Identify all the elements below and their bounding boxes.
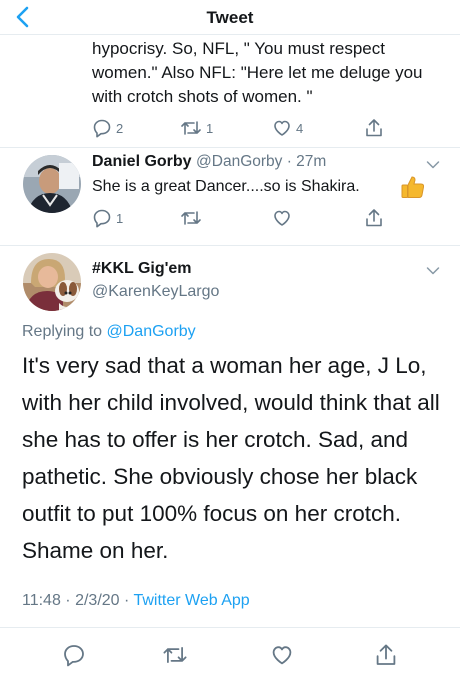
like-button[interactable] [270, 643, 294, 667]
author-handle-time[interactable]: @DanGorby · 27m [196, 153, 326, 170]
retweet-icon [163, 647, 187, 663]
author-line: Daniel Gorby @DanGorby · 27m [92, 153, 326, 171]
author-line: #KKL Gig'em [92, 260, 192, 278]
share-icon [366, 209, 382, 227]
tweet-text: It's very sad that a woman her age, J Lo… [22, 353, 440, 563]
reply-button[interactable] [62, 643, 86, 667]
tweet-text: hypocrisy. So, NFL, " You must respect w… [92, 39, 423, 106]
chevron-down-icon[interactable] [426, 160, 440, 170]
tweet-actions: 1 [92, 208, 392, 230]
author-handle[interactable]: @KarenKeyLargo [92, 283, 219, 301]
share-icon [376, 644, 396, 665]
divider [0, 627, 460, 628]
divider [0, 245, 460, 246]
share-button[interactable] [374, 643, 398, 667]
replying-label: Replying to [22, 323, 107, 340]
avatar-image [23, 155, 81, 213]
top-bar: Tweet [0, 0, 460, 35]
avatar[interactable] [23, 253, 81, 311]
like-count: 4 [296, 120, 304, 136]
reply-icon [93, 209, 111, 228]
page-title: Tweet [206, 8, 254, 27]
retweet-button[interactable]: 1 [180, 118, 213, 138]
retweet-icon [181, 211, 201, 225]
heart-icon [274, 210, 290, 226]
author-name[interactable]: Daniel Gorby [92, 153, 192, 170]
reply-icon [64, 645, 84, 667]
retweet-button[interactable] [180, 208, 202, 228]
like-button[interactable]: 4 [272, 118, 303, 138]
retweet-icon [181, 121, 201, 135]
tweet-actions [62, 643, 402, 667]
like-button[interactable] [272, 208, 292, 228]
replying-handle-link[interactable]: @DanGorby [107, 323, 196, 340]
heart-icon [274, 120, 290, 136]
share-icon [366, 119, 382, 137]
retweet-count: 1 [206, 120, 214, 136]
retweet-button[interactable] [162, 643, 188, 667]
reply-count: 2 [116, 120, 124, 136]
reply-count: 1 [116, 210, 124, 226]
author-name[interactable]: #KKL Gig'em [92, 260, 192, 277]
reply-button[interactable]: 1 [92, 208, 123, 228]
replying-to: Replying to @DanGorby [22, 323, 196, 341]
divider [0, 147, 460, 148]
tweet-actions: 2 1 4 [92, 118, 392, 140]
avatar-image [23, 253, 81, 311]
chevron-down-icon[interactable] [426, 266, 440, 276]
tweet-meta: 11:48 · 2/3/20 · Twitter Web App [22, 592, 250, 610]
tweet-text: She is a great Dancer....so is Shakira. [92, 178, 360, 195]
share-button[interactable] [364, 208, 384, 228]
reply-button[interactable]: 2 [92, 118, 123, 138]
thumbs-up-icon [401, 176, 425, 198]
share-button[interactable] [364, 118, 384, 138]
tweet-source-link[interactable]: Twitter Web App [133, 592, 249, 609]
tweet-timestamp: 11:48 · 2/3/20 · [22, 592, 134, 609]
avatar[interactable] [23, 155, 81, 213]
reply-icon [93, 119, 111, 138]
heart-icon [272, 646, 292, 665]
